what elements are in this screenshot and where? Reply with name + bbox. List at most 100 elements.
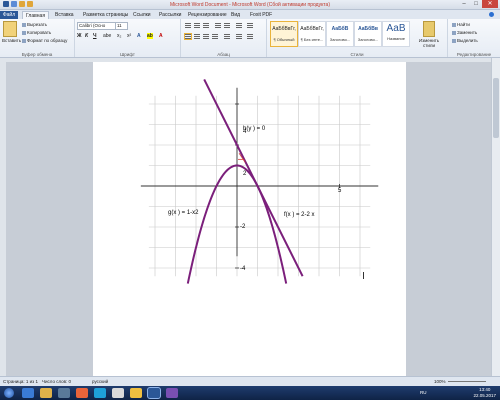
graph-axes bbox=[140, 87, 379, 269]
y-tick-neg2: -2 bbox=[240, 224, 246, 230]
tab-foxit-pdf[interactable]: Foxit PDF bbox=[247, 11, 275, 19]
paste-label: Вставить bbox=[2, 38, 22, 43]
style-name: Название bbox=[387, 36, 405, 41]
borders-icon[interactable] bbox=[247, 34, 253, 39]
editing-group-label: Редактирование bbox=[456, 52, 492, 57]
highlight-button[interactable]: ab bbox=[147, 33, 153, 39]
clipboard-group-label: Буфер обмена bbox=[21, 52, 53, 57]
tab-page-layout[interactable]: Разметка страницы bbox=[80, 11, 131, 19]
zoom-slider[interactable] bbox=[448, 381, 486, 382]
bold-button[interactable]: Ж bbox=[77, 33, 82, 39]
style-normal[interactable]: АаБбВвГг, ¶ Обычный bbox=[270, 21, 298, 47]
ie-icon[interactable] bbox=[22, 388, 34, 398]
vertical-scrollbar[interactable] bbox=[491, 58, 500, 376]
zoom-level[interactable]: 100% bbox=[434, 377, 446, 386]
sort-icon[interactable] bbox=[236, 23, 242, 28]
replace-button[interactable]: Заменить bbox=[452, 30, 477, 35]
curve-f bbox=[203, 78, 304, 277]
clock[interactable]: 13:40 22.05.2017 bbox=[473, 387, 496, 399]
ribbon-tabs: Файл Главная Вставка Разметка страницы С… bbox=[0, 10, 500, 20]
change-styles-label: Изменить стили bbox=[418, 38, 440, 48]
minimize-button[interactable]: – bbox=[458, 0, 470, 8]
paragraph-group: Абзац bbox=[181, 19, 267, 57]
select-button[interactable]: Выделить bbox=[452, 38, 478, 43]
tab-references[interactable]: Ссылки bbox=[130, 11, 154, 19]
tab-mailings[interactable]: Рассылки bbox=[156, 11, 184, 19]
copy-icon bbox=[22, 30, 26, 35]
style-sample: АаБбВвГг, bbox=[300, 26, 324, 32]
paste-button[interactable]: Вставить bbox=[2, 21, 22, 43]
select-icon bbox=[452, 38, 456, 43]
maximize-button[interactable]: □ bbox=[470, 0, 482, 8]
tab-insert[interactable]: Вставка bbox=[52, 11, 77, 19]
font-color-button[interactable]: A bbox=[159, 33, 163, 39]
find-label: Найти bbox=[457, 22, 470, 27]
document-page[interactable]: 4 2 -2 -4 5 h(y ) = 0 g(x ) = 1-x2 f(x )… bbox=[93, 62, 406, 376]
replace-icon bbox=[452, 30, 456, 35]
skype-icon[interactable] bbox=[94, 388, 106, 398]
clipboard-group: Вставить Вырезать Копировать Формат по о… bbox=[0, 19, 75, 57]
font-group-label: Шрифт bbox=[120, 52, 135, 57]
underline-button[interactable]: Ч bbox=[93, 33, 97, 39]
style-heading-1[interactable]: АаБбВ Заголово... bbox=[326, 21, 354, 47]
app2-icon[interactable] bbox=[166, 388, 178, 398]
help-icon[interactable] bbox=[489, 12, 494, 17]
copy-button[interactable]: Копировать bbox=[22, 30, 51, 35]
tab-view[interactable]: Вид bbox=[228, 11, 243, 19]
app-icon[interactable] bbox=[130, 388, 142, 398]
chrome-icon[interactable] bbox=[112, 388, 124, 398]
line-spacing-icon[interactable] bbox=[224, 34, 230, 39]
style-name: Заголово... bbox=[357, 37, 379, 42]
start-button-icon[interactable] bbox=[4, 388, 14, 398]
paragraph-group-label: Абзац bbox=[217, 52, 230, 57]
page-count[interactable]: Страница: 1 из 1 bbox=[3, 377, 38, 386]
y-tick-2: 2 bbox=[243, 171, 247, 177]
change-styles-button[interactable]: Изменить стили bbox=[417, 21, 441, 48]
align-right-icon[interactable] bbox=[203, 34, 209, 39]
cut-button[interactable]: Вырезать bbox=[22, 22, 47, 27]
superscript-button[interactable]: x² bbox=[127, 33, 131, 39]
multilevel-list-icon[interactable] bbox=[203, 23, 209, 28]
font-name-box[interactable]: Calibri (Осно bbox=[77, 22, 116, 30]
language-indicator[interactable]: русский bbox=[92, 377, 108, 386]
tab-file[interactable]: Файл bbox=[0, 11, 18, 19]
increase-indent-icon[interactable] bbox=[224, 23, 230, 28]
justify-icon[interactable] bbox=[212, 34, 218, 39]
explorer-icon[interactable] bbox=[40, 388, 52, 398]
close-button[interactable]: ✕ bbox=[482, 0, 498, 8]
editing-group: Найти Заменить Выделить Редактирование bbox=[448, 19, 500, 57]
bullets-icon[interactable] bbox=[185, 23, 191, 28]
strikethrough-button[interactable]: abe bbox=[103, 33, 111, 39]
subscript-button[interactable]: x₂ bbox=[117, 33, 121, 39]
scrollbar-thumb[interactable] bbox=[493, 78, 499, 138]
numbering-icon[interactable] bbox=[194, 23, 200, 28]
word-count[interactable]: Число слов: 0 bbox=[42, 377, 71, 386]
y-tick-neg4: -4 bbox=[240, 266, 246, 272]
window-controls: – □ ✕ bbox=[458, 0, 498, 8]
style-title[interactable]: АаВ Название bbox=[382, 21, 410, 47]
keyboard-language[interactable]: RU bbox=[420, 390, 427, 395]
italic-button[interactable]: К bbox=[85, 33, 88, 39]
clock-date: 22.05.2017 bbox=[473, 393, 496, 398]
style-name: ¶ Без инте... bbox=[300, 37, 324, 42]
style-no-spacing[interactable]: АаБбВвГг, ¶ Без инте... bbox=[298, 21, 326, 47]
find-button[interactable]: Найти bbox=[452, 22, 470, 27]
font-size-box[interactable]: 11 bbox=[115, 22, 128, 30]
align-center-icon[interactable] bbox=[194, 34, 200, 39]
firefox-icon[interactable] bbox=[76, 388, 88, 398]
style-heading-2[interactable]: АаБбВв Заголово... bbox=[354, 21, 382, 47]
vertical-ruler[interactable] bbox=[0, 62, 6, 376]
shading-icon[interactable] bbox=[236, 34, 242, 39]
text-effects-button[interactable]: A bbox=[137, 33, 141, 39]
word-taskbar-icon[interactable] bbox=[147, 387, 161, 399]
change-styles-icon bbox=[423, 21, 435, 37]
format-painter-button[interactable]: Формат по образцу bbox=[22, 38, 67, 43]
media-icon[interactable] bbox=[58, 388, 70, 398]
align-left-icon[interactable] bbox=[184, 33, 192, 40]
ribbon: Вставить Вырезать Копировать Формат по о… bbox=[0, 19, 500, 58]
tab-review[interactable]: Рецензирование bbox=[185, 11, 230, 19]
decrease-indent-icon[interactable] bbox=[215, 23, 221, 28]
scissors-icon bbox=[22, 22, 26, 27]
x-tick-5: 5 bbox=[338, 188, 342, 194]
show-marks-icon[interactable] bbox=[247, 23, 253, 28]
